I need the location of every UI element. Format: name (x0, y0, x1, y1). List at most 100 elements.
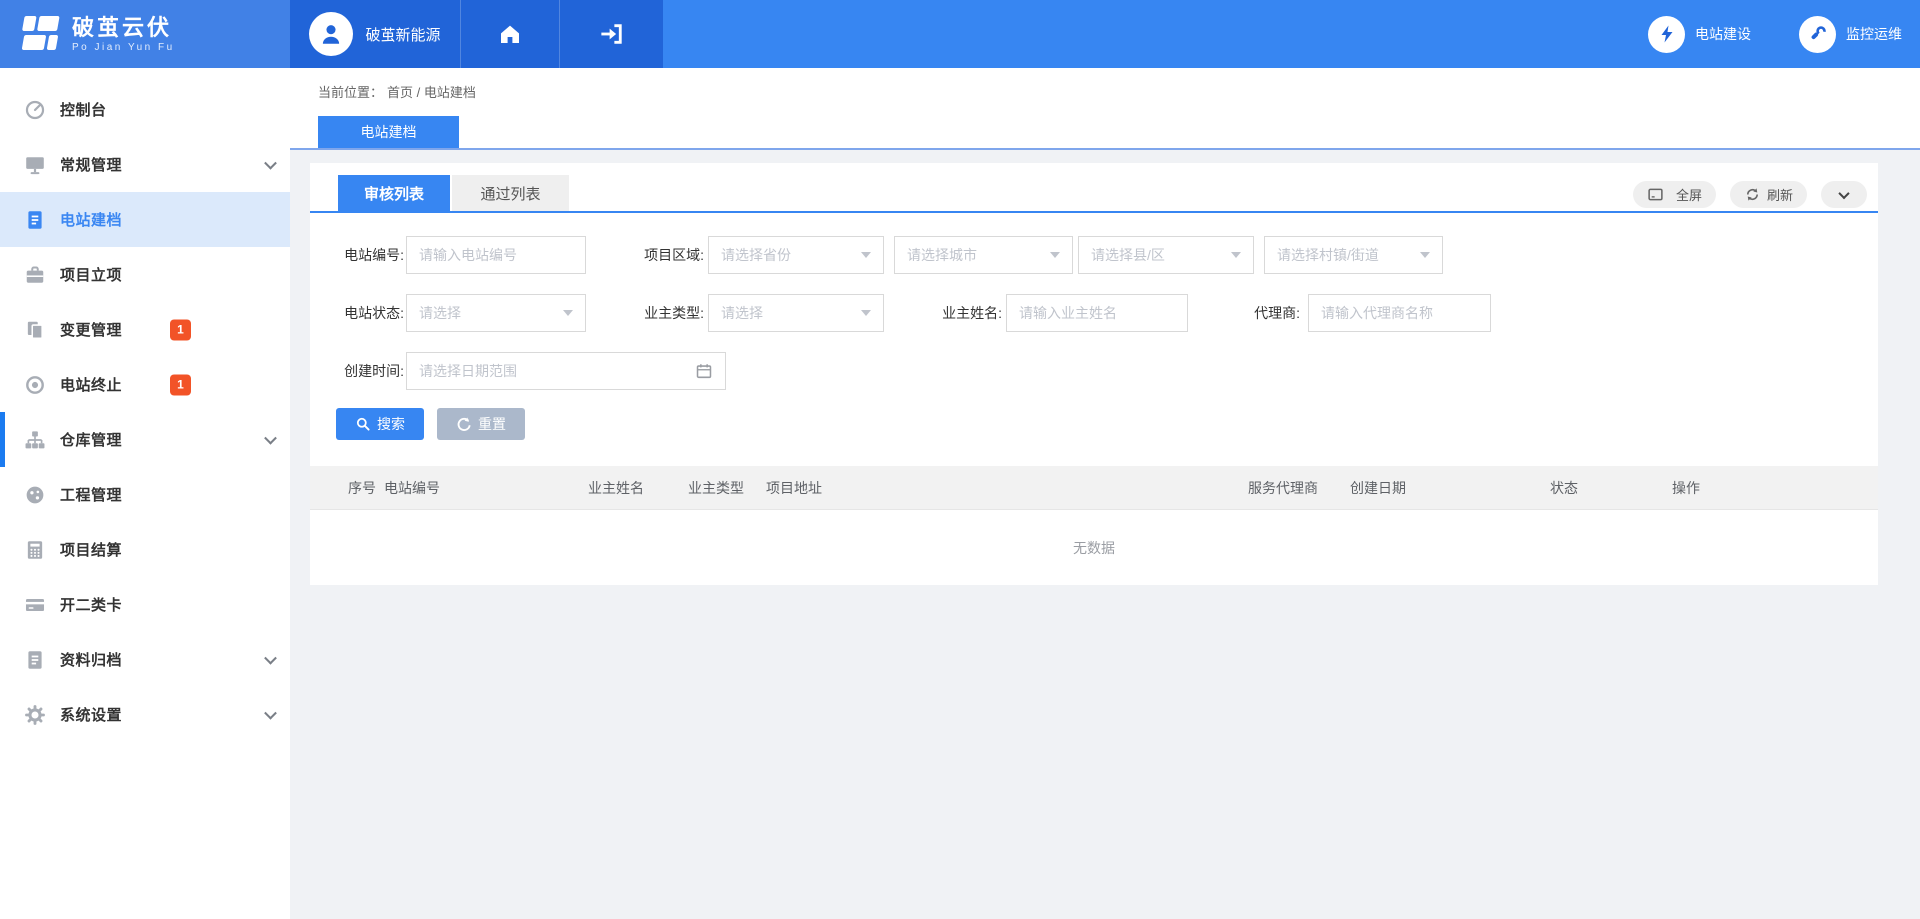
home-icon (498, 22, 522, 46)
gear-icon (24, 704, 46, 726)
fullscreen-button[interactable]: 全屏 (1633, 181, 1716, 208)
tab-underline (310, 211, 1878, 213)
sidebar-item-engineering-mgmt[interactable]: 工程管理 (0, 467, 290, 522)
station-no-label: 电站编号: (324, 236, 404, 274)
sidebar-item-general-mgmt[interactable]: 常规管理 (0, 137, 290, 192)
briefcase-icon (24, 264, 46, 286)
caret-down-icon (861, 310, 871, 316)
col-service-agent: 服务代理商 (1248, 466, 1318, 510)
file-icon (24, 649, 46, 671)
refresh-icon (1744, 186, 1761, 203)
badge-count: 1 (170, 374, 191, 395)
calculator-icon (24, 539, 46, 561)
sidebar-item-station-terminate[interactable]: 电站终止 1 (0, 357, 290, 412)
empty-state-text: 无数据 (310, 511, 1878, 585)
brand-flag-icon (16, 14, 62, 54)
chevron-down-icon (264, 156, 277, 169)
badge-count: 1 (170, 319, 191, 340)
owner-type-label: 业主类型: (624, 294, 704, 332)
station-archive-panel: 审核列表 通过列表 全屏 刷新 电站编号: 项目区域: 请选择省份 (310, 163, 1878, 585)
breadcrumb: 当前位置：首页 / 电站建档 (318, 82, 480, 101)
col-project-address: 项目地址 (766, 466, 822, 510)
login-arrow-icon (599, 22, 625, 46)
content-area: 审核列表 通过列表 全屏 刷新 电站编号: 项目区域: 请选择省份 (290, 150, 1920, 919)
monitor-icon (24, 154, 46, 176)
chevron-down-icon (264, 651, 277, 664)
sidebar-item-project-initiation[interactable]: 项目立项 (0, 247, 290, 302)
chevron-down-icon (264, 706, 277, 719)
wrench-icon-circle (1799, 16, 1836, 53)
col-owner-name: 业主姓名 (588, 466, 644, 510)
reset-button[interactable]: 重置 (437, 408, 525, 440)
topbar-divider (290, 148, 1920, 150)
sidebar-item-system-settings[interactable]: 系统设置 (0, 687, 290, 742)
collapse-button[interactable] (1821, 181, 1867, 208)
agent-label: 代理商: (1220, 294, 1300, 332)
reset-icon (456, 416, 472, 432)
station-status-select[interactable]: 请选择 (406, 294, 586, 332)
wrench-icon (1808, 24, 1828, 44)
dashboard-icon (24, 99, 46, 121)
home-button[interactable] (460, 0, 560, 68)
nav-monitor-ops-label: 监控运维 (1846, 24, 1902, 44)
col-status: 状态 (1550, 466, 1578, 510)
region-label: 项目区域: (624, 236, 704, 274)
sitemap-icon (24, 429, 46, 451)
copy-files-icon (24, 319, 46, 341)
lightning-icon (1657, 24, 1677, 44)
topbar: 当前位置：首页 / 电站建档 电站建档 (290, 68, 1920, 150)
fullscreen-icon (1647, 186, 1664, 203)
sidebar: 控制台 常规管理 电站建档 项目立项 变更管理 1 电站终止 1 (0, 68, 290, 919)
tab-review-list[interactable]: 审核列表 (338, 175, 450, 211)
active-edge-indicator (0, 412, 5, 467)
logout-button[interactable] (560, 0, 663, 68)
sidebar-item-warehouse-mgmt[interactable]: 仓库管理 (0, 412, 290, 467)
page-tab-station-archive[interactable]: 电站建档 (318, 116, 459, 148)
col-owner-type: 业主类型 (688, 466, 744, 510)
chevron-down-icon (264, 431, 277, 444)
owner-name-input[interactable] (1006, 294, 1188, 332)
account-strip: 破茧新能源 (290, 0, 663, 68)
sidebar-item-station-archive[interactable]: 电站建档 (0, 192, 290, 247)
account-name: 破茧新能源 (365, 24, 440, 45)
caret-down-icon (563, 310, 573, 316)
town-select[interactable]: 请选择村镇/街道 (1264, 236, 1443, 274)
caret-down-icon (1420, 252, 1430, 258)
city-select[interactable]: 请选择城市 (894, 236, 1073, 274)
owner-name-label: 业主姓名: (922, 294, 1002, 332)
date-range-input[interactable]: 请选择日期范围 (406, 352, 726, 390)
sidebar-item-console[interactable]: 控制台 (0, 82, 290, 137)
col-station-no: 电站编号 (384, 466, 440, 510)
table-header: 序号 电站编号 业主姓名 业主类型 项目地址 服务代理商 创建日期 状态 操作 (310, 466, 1878, 510)
sidebar-item-project-settlement[interactable]: 项目结算 (0, 522, 290, 577)
county-select[interactable]: 请选择县/区 (1078, 236, 1254, 274)
province-select[interactable]: 请选择省份 (708, 236, 884, 274)
nav-monitor-ops[interactable]: 监控运维 (1799, 16, 1902, 53)
record-circle-icon (24, 374, 46, 396)
col-index: 序号 (348, 466, 376, 510)
nav-station-build[interactable]: 电站建设 (1648, 16, 1751, 53)
agent-input[interactable] (1308, 294, 1491, 332)
sidebar-item-data-archive[interactable]: 资料归档 (0, 632, 290, 687)
pie-chart-icon (24, 484, 46, 506)
refresh-button[interactable]: 刷新 (1730, 181, 1807, 208)
avatar (309, 12, 353, 56)
sidebar-item-change-mgmt[interactable]: 变更管理 1 (0, 302, 290, 357)
search-button[interactable]: 搜索 (336, 408, 424, 440)
station-status-label: 电站状态: (324, 294, 404, 332)
caret-down-icon (1050, 252, 1060, 258)
document-icon (24, 209, 46, 231)
brand-title: 破茧云伏 (72, 16, 175, 40)
caret-down-icon (1231, 252, 1241, 258)
brand-logo: 破茧云伏 Po Jian Yun Fu (0, 0, 290, 68)
station-no-input[interactable] (406, 236, 586, 274)
brand-subtitle: Po Jian Yun Fu (72, 42, 175, 53)
owner-type-select[interactable]: 请选择 (708, 294, 884, 332)
sidebar-item-open-card[interactable]: 开二类卡 (0, 577, 290, 632)
chevron-down-icon (1838, 187, 1849, 198)
lightning-icon-circle (1648, 16, 1685, 53)
tab-passed-list[interactable]: 通过列表 (452, 175, 569, 211)
col-created-date: 创建日期 (1350, 466, 1406, 510)
account-button[interactable]: 破茧新能源 (290, 0, 460, 68)
caret-down-icon (861, 252, 871, 258)
